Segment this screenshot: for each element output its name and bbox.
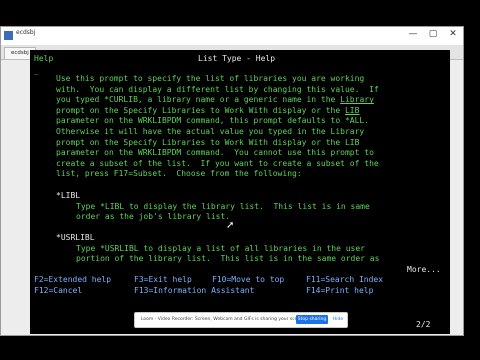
prompt-marker: _ [34,66,39,75]
option-text: Type *LIBL to display the library list. … [76,201,370,211]
title-bar: ecdsbj — ▢ ✕ [1,27,463,46]
share-message: Loom - Video Recorder: Screen, Webcam an… [141,317,307,322]
option-text: order as the job's library list. [76,212,231,222]
more-indicator: More... [407,264,441,274]
help-text-line: Use this prompt to specify the list of l… [56,74,365,83]
help-text-line: parameter on the WRKLIBPDM command, this… [56,116,370,126]
help-text-line: parameter on the WRKLIBPDM command. You … [56,148,374,158]
maximize-button[interactable]: ▢ [423,27,443,41]
fkey-f12[interactable]: F12=Cancel [34,286,82,297]
page-indicator: 2/2 [416,320,431,329]
lib-link[interactable]: LIB [345,106,359,115]
app-icon [4,31,13,40]
fkey-f14[interactable]: F14=Print help [306,286,373,297]
option-name: *USRLIBL [56,233,95,242]
help-text-line: prompt on the Specify Libraries to Work … [56,137,360,147]
option-text: Type *USRLIBL to display a list of all l… [76,243,365,253]
mouse-pointer-icon: ➚ [226,220,235,231]
fkey-f10[interactable]: F10=Move to top [212,275,284,286]
help-text-line: you typed *CURLIB, a library name or a g… [56,95,374,105]
option-name: *LIBL [56,191,81,200]
help-text-line: create a subset of the list. If you want… [56,158,379,168]
terminal-screen[interactable]: Help List Type - Help _ Use this prompt … [30,50,450,334]
help-text-line: with. You can display a different list b… [56,84,379,94]
minimize-button[interactable]: — [403,27,423,41]
option-text: portion of the library list. This list i… [76,254,380,264]
close-button[interactable]: ✕ [443,27,463,41]
stop-sharing-button[interactable]: Stop sharing [296,315,328,324]
screen-share-bar: Loom - Video Recorder: Screen, Webcam an… [134,312,348,328]
help-text-line: prompt on the Specify Libraries to Work … [56,105,360,115]
hide-button[interactable]: Hide [331,315,345,324]
fkey-f2[interactable]: F2=Extended help [34,275,111,286]
fkey-f11[interactable]: F11=Search Index [306,275,383,286]
fkey-f3[interactable]: F3=Exit help [134,275,192,286]
library-link[interactable]: Library [340,95,374,104]
help-text-line: list, press F17=Subset. Choose from the … [56,169,302,179]
window-title: ecdsbj [16,29,36,36]
fkey-f13[interactable]: F13=Information Assistant [134,286,254,297]
screen: { "window": { "title": "ecdsbj" }, "tab"… [0,0,480,360]
help-label: Help [34,54,54,63]
help-text-line: Otherwise it will have the actual value … [56,127,365,136]
screen-title: List Type - Help [198,54,276,63]
